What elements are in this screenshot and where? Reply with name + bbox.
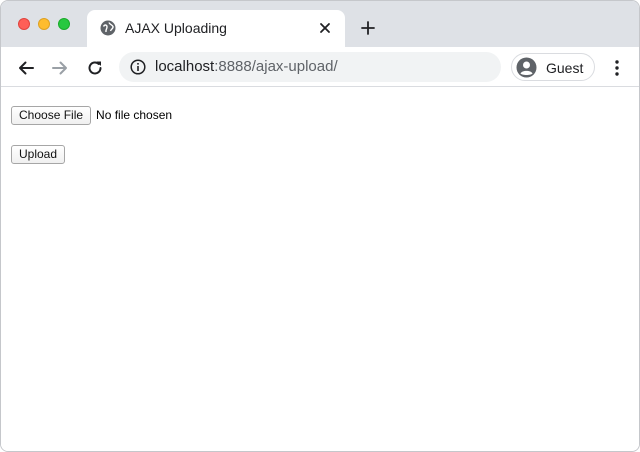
tab-title: AJAX Uploading <box>125 20 227 36</box>
url-text: localhost:8888/ajax-upload/ <box>155 58 338 75</box>
url-host: localhost <box>155 58 215 75</box>
profile-button[interactable]: Guest <box>511 53 595 81</box>
reload-icon[interactable] <box>86 59 104 77</box>
url-path: :8888/ajax-upload/ <box>214 58 338 75</box>
avatar-icon <box>516 57 537 78</box>
file-input: Choose File No file chosen <box>11 105 172 125</box>
forward-arrow-icon[interactable] <box>51 59 69 77</box>
close-window-button[interactable] <box>18 18 30 30</box>
upload-button[interactable]: Upload <box>11 145 66 164</box>
minimize-window-button[interactable] <box>38 18 50 30</box>
back-arrow-icon[interactable] <box>17 59 35 77</box>
file-status-text: No file chosen <box>96 108 173 122</box>
maximize-window-button[interactable] <box>58 18 70 30</box>
upload-row: Upload <box>11 145 66 164</box>
more-vert-icon[interactable] <box>609 59 625 77</box>
profile-label: Guest <box>546 60 584 76</box>
browser-window: AJAX Uploading localhost:8888/ajax-uploa… <box>0 0 640 452</box>
address-bar[interactable]: localhost:8888/ajax-upload/ <box>119 52 501 82</box>
new-tab-icon[interactable] <box>361 21 375 35</box>
globe-icon <box>100 20 116 36</box>
info-icon[interactable] <box>130 59 146 75</box>
tab-ajax-uploading[interactable]: AJAX Uploading <box>87 10 345 47</box>
tab-strip: AJAX Uploading <box>1 1 639 47</box>
choose-file-button[interactable]: Choose File <box>11 105 92 125</box>
close-tab-icon[interactable] <box>319 22 331 34</box>
page-content: Choose File No file chosen Upload <box>1 88 639 451</box>
browser-toolbar: localhost:8888/ajax-upload/ Guest <box>1 47 639 87</box>
